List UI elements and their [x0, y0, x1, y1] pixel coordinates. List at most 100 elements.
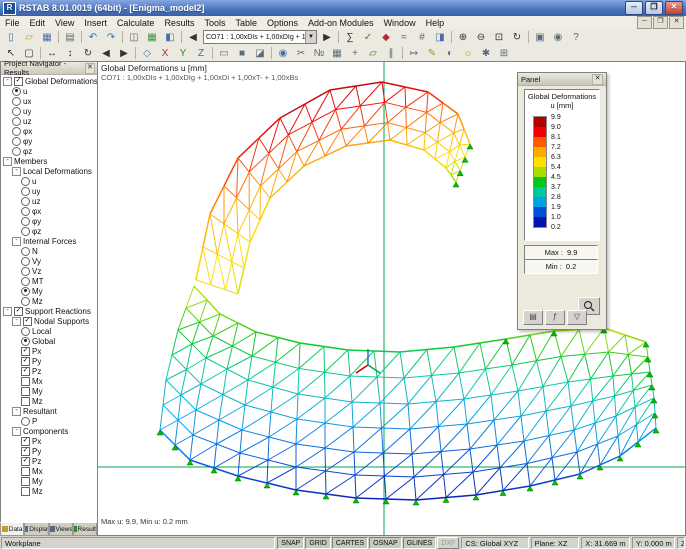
- tree-item-ux[interactable]: ux: [1, 96, 98, 106]
- check-icon[interactable]: ✓: [359, 29, 377, 45]
- checkbox-checked[interactable]: ✓: [21, 437, 30, 446]
- radio-unselected[interactable]: [21, 187, 30, 196]
- navigator-tab-results[interactable]: Results: [73, 523, 97, 536]
- clipping-icon[interactable]: ✂: [292, 45, 310, 61]
- navigator-tab-display[interactable]: Display: [24, 523, 48, 536]
- navigator-header[interactable]: Project Navigator - Results ✕: [1, 62, 98, 75]
- tree-item-phiz[interactable]: φz: [1, 146, 98, 156]
- zoom-window-icon[interactable]: ⊡: [490, 29, 508, 45]
- close-button[interactable]: ✕: [665, 1, 683, 15]
- comment-icon[interactable]: ✎: [423, 45, 441, 61]
- menu-calculate[interactable]: Calculate: [112, 16, 160, 29]
- load-case-combobox[interactable]: CO71 : 1,00xDIs + 1,00xDIg + 1,00xDi ▼: [203, 30, 317, 44]
- tree-item-vy[interactable]: Vy: [1, 256, 98, 266]
- checkbox-checked[interactable]: ✓: [23, 317, 32, 326]
- chevron-down-icon[interactable]: ▼: [305, 31, 316, 43]
- deformation-icon[interactable]: ≈: [395, 29, 413, 45]
- wireframe-icon[interactable]: ▭: [215, 45, 233, 61]
- menu-table[interactable]: Table: [230, 16, 262, 29]
- radio-unselected[interactable]: [21, 197, 30, 206]
- checkbox-unchecked[interactable]: [21, 387, 30, 396]
- tree-item-px[interactable]: ✓Px: [1, 346, 98, 356]
- radio-selected[interactable]: [21, 287, 30, 296]
- panel-close-icon[interactable]: ✕: [592, 74, 603, 85]
- radio-unselected[interactable]: [12, 117, 21, 126]
- tree-item-phiy[interactable]: φy: [1, 136, 98, 146]
- statusbar-toggle-snap[interactable]: SNAP: [277, 537, 304, 549]
- radio-unselected[interactable]: [21, 207, 30, 216]
- tree-item-px[interactable]: ✓Px: [1, 436, 98, 446]
- load-case-next-icon[interactable]: ▶: [318, 29, 336, 45]
- panel-icon[interactable]: ◨: [431, 29, 449, 45]
- tree-item-my[interactable]: My: [1, 476, 98, 486]
- checkbox-checked[interactable]: ✓: [21, 447, 30, 456]
- next-view-icon[interactable]: ▶: [115, 45, 133, 61]
- grid-icon[interactable]: ▦: [328, 45, 346, 61]
- checkbox-unchecked[interactable]: [21, 487, 30, 496]
- checkbox-unchecked[interactable]: [21, 377, 30, 386]
- open-icon[interactable]: ▱: [20, 29, 38, 45]
- hidden-line-icon[interactable]: ◪: [251, 45, 269, 61]
- view-isometric-icon[interactable]: ◇: [138, 45, 156, 61]
- menu-add-on-modules[interactable]: Add-on Modules: [303, 16, 379, 29]
- fullscreen-icon[interactable]: ⊞: [495, 45, 513, 61]
- view-y-icon[interactable]: Y: [174, 45, 192, 61]
- menu-insert[interactable]: Insert: [79, 16, 112, 29]
- expander-minus-icon[interactable]: -: [3, 307, 12, 316]
- expander-minus-icon[interactable]: -: [12, 317, 21, 326]
- expander-minus-icon[interactable]: -: [3, 157, 12, 166]
- mdi-close-button[interactable]: ✕: [669, 16, 684, 29]
- visibility-icon[interactable]: ◉: [274, 45, 292, 61]
- tree-item-mz[interactable]: Mz: [1, 396, 98, 406]
- menu-help[interactable]: Help: [421, 16, 450, 29]
- tree-item-my[interactable]: My: [1, 286, 98, 296]
- settings-icon[interactable]: ✱: [477, 45, 495, 61]
- results-icon[interactable]: ◆: [377, 29, 395, 45]
- tree-item-support-reactions[interactable]: -✓Support Reactions: [1, 306, 98, 316]
- checkbox-unchecked[interactable]: [21, 477, 30, 486]
- radio-unselected[interactable]: [21, 297, 30, 306]
- tree-item-pz[interactable]: ✓Pz: [1, 366, 98, 376]
- tree-item-my[interactable]: My: [1, 386, 98, 396]
- tree-item-nodal-supports[interactable]: -✓Nodal Supports: [1, 316, 98, 326]
- radio-unselected[interactable]: [12, 147, 21, 156]
- dimension-icon[interactable]: ↦: [405, 45, 423, 61]
- tree-item-phix[interactable]: φx: [1, 206, 98, 216]
- tree-item-pz[interactable]: ✓Pz: [1, 456, 98, 466]
- tree-item-uz[interactable]: uz: [1, 116, 98, 126]
- tree-item-phix[interactable]: φx: [1, 126, 98, 136]
- tree-item-mt[interactable]: MT: [1, 276, 98, 286]
- factors-tab[interactable]: ƒ: [545, 310, 565, 325]
- zoom-out-icon[interactable]: ⊖: [472, 29, 490, 45]
- load-case-prev-icon[interactable]: ◀: [184, 29, 202, 45]
- tree-item-mz[interactable]: Mz: [1, 486, 98, 496]
- radio-unselected[interactable]: [21, 177, 30, 186]
- tree-item-components[interactable]: -Components: [1, 426, 98, 436]
- radio-unselected[interactable]: [21, 277, 30, 286]
- radio-unselected[interactable]: [21, 247, 30, 256]
- tree-item-mx[interactable]: Mx: [1, 466, 98, 476]
- mdi-restore-button[interactable]: ❐: [653, 16, 668, 29]
- menu-edit[interactable]: Edit: [25, 16, 51, 29]
- view-z-icon[interactable]: Z: [192, 45, 210, 61]
- tree-item-py[interactable]: ✓Py: [1, 446, 98, 456]
- checkbox-checked[interactable]: ✓: [21, 457, 30, 466]
- radio-selected[interactable]: [12, 87, 21, 96]
- checkbox-unchecked[interactable]: [21, 467, 30, 476]
- save-icon[interactable]: ▦: [38, 29, 56, 45]
- previous-view-icon[interactable]: ◀: [97, 45, 115, 61]
- radio-unselected[interactable]: [12, 137, 21, 146]
- tree-item-mz[interactable]: Mz: [1, 296, 98, 306]
- workplane-icon[interactable]: ▱: [364, 45, 382, 61]
- navigator-tab-views[interactable]: Views: [49, 523, 73, 536]
- checkbox-unchecked[interactable]: [21, 397, 30, 406]
- menu-options[interactable]: Options: [262, 16, 303, 29]
- filter-tab[interactable]: ▽: [567, 310, 587, 325]
- color-scale-tab[interactable]: ▤: [523, 310, 543, 325]
- snap-icon[interactable]: +: [346, 45, 364, 61]
- solid-icon[interactable]: ■: [233, 45, 251, 61]
- expander-minus-icon[interactable]: -: [12, 407, 21, 416]
- navigator-close-icon[interactable]: ✕: [85, 63, 95, 74]
- checkbox-checked[interactable]: ✓: [14, 77, 23, 86]
- tree-item-phiy[interactable]: φy: [1, 216, 98, 226]
